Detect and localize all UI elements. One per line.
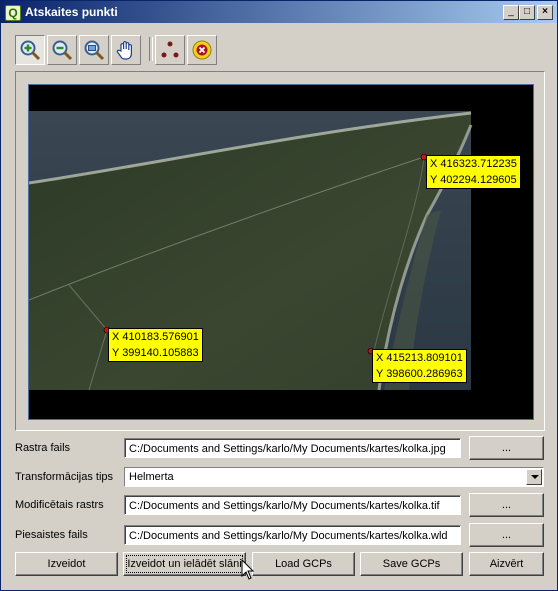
- modified-raster-label: Modificētais rastrs: [15, 499, 104, 511]
- minimize-button[interactable]: _: [503, 5, 519, 20]
- delete-point-button[interactable]: [187, 35, 217, 65]
- title-bar[interactable]: Q Atskaites punkti _ □ ×: [1, 1, 557, 23]
- zoom-to-layer-button[interactable]: [79, 35, 109, 65]
- pan-hand-icon: [116, 41, 132, 60]
- qgis-app-icon: Q: [5, 5, 21, 21]
- pan-button[interactable]: [111, 35, 141, 65]
- maximize-button[interactable]: □: [519, 5, 535, 20]
- load-gcps-button[interactable]: Load GCPs: [252, 552, 355, 576]
- zoom-out-icon: [52, 40, 73, 61]
- world-browse-button[interactable]: ...: [469, 523, 544, 547]
- transform-type-select[interactable]: Helmerta: [124, 467, 544, 487]
- mouse-cursor-icon: [241, 559, 255, 580]
- save-gcps-button[interactable]: Save GCPs: [360, 552, 463, 576]
- close-button[interactable]: Aizvērt: [469, 552, 544, 576]
- gcp-x: X 410183.576901: [112, 331, 199, 343]
- raster-file-field[interactable]: C:/Documents and Settings/karlo/My Docum…: [124, 438, 461, 458]
- georeferencer-dialog: Q Atskaites punkti _ □ × X 416323.712235…: [0, 0, 558, 591]
- zoom-in-icon: [20, 40, 41, 61]
- raster-file-label: Rastra fails: [15, 442, 71, 454]
- raster-browse-button[interactable]: ...: [469, 436, 544, 460]
- zoom-out-button[interactable]: [47, 35, 77, 65]
- gcp-y: Y 402294.129605: [430, 174, 517, 186]
- close-window-button[interactable]: ×: [537, 5, 553, 20]
- gcp-x: X 415213.809101: [376, 352, 463, 364]
- map-canvas-frame: X 416323.712235 Y 402294.129605 X 410183…: [15, 71, 545, 431]
- transform-type-value: Helmerta: [129, 471, 174, 483]
- create-button[interactable]: Izveidot: [15, 552, 118, 576]
- gcp-label: X 410183.576901 Y 399140.105883: [108, 328, 203, 362]
- zoom-in-button[interactable]: [15, 35, 45, 65]
- world-file-field[interactable]: C:/Documents and Settings/karlo/My Docum…: [124, 525, 461, 545]
- delete-point-icon: [192, 40, 212, 60]
- create-and-load-button[interactable]: Izveidot un ielādēt slāni: [123, 552, 246, 576]
- map-canvas[interactable]: X 416323.712235 Y 402294.129605 X 410183…: [28, 84, 534, 420]
- gcp-label: X 415213.809101 Y 398600.286963: [372, 349, 467, 383]
- gcp-label: X 416323.712235 Y 402294.129605: [426, 155, 521, 189]
- zoom-to-layer-icon: [84, 40, 105, 61]
- modified-browse-button[interactable]: ...: [469, 493, 544, 517]
- gcp-y: Y 398600.286963: [376, 368, 463, 380]
- modified-raster-field[interactable]: C:/Documents and Settings/karlo/My Docum…: [124, 495, 461, 515]
- add-point-button[interactable]: [155, 35, 185, 65]
- chevron-down-icon[interactable]: [526, 469, 542, 485]
- add-point-icon: [161, 41, 179, 58]
- gcp-y: Y 399140.105883: [112, 347, 199, 359]
- toolbar-separator: [149, 37, 153, 61]
- gcp-x: X 416323.712235: [430, 158, 517, 170]
- world-file-label: Piesaistes fails: [15, 529, 88, 541]
- transform-type-label: Transformācijas tips: [15, 471, 114, 483]
- window-title: Atskaites punkti: [25, 5, 118, 19]
